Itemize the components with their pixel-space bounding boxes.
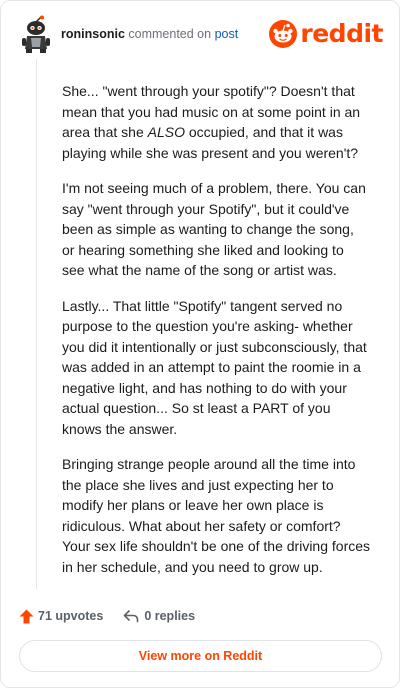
comment-paragraph: Lastly... That little "Spotify" tangent … — [62, 297, 367, 437]
comment-card: roninsonic commented on post reddit She.… — [0, 0, 400, 688]
reply-arrow-icon — [124, 610, 139, 623]
post-link[interactable]: post — [215, 27, 239, 41]
view-more-button[interactable]: View more on Reddit — [19, 640, 382, 672]
thread-line — [36, 59, 37, 589]
reddit-snoo-icon — [269, 20, 298, 48]
author-line: roninsonic commented on post — [61, 26, 238, 42]
comment-paragraph: She... "went through your spotify"? Does… — [62, 83, 361, 161]
reddit-logo[interactable]: reddit — [269, 19, 383, 49]
comment-paragraph: Bringing strange people around all the t… — [62, 456, 371, 575]
upvote-arrow-icon — [19, 609, 34, 623]
comment-body: She... "went through your spotify"? Does… — [62, 81, 370, 592]
comment-paragraph: I'm not seeing much of a problem, there.… — [62, 180, 366, 278]
upvote-count: 71 upvotes — [38, 609, 104, 623]
comment-header: roninsonic commented on post reddit — [19, 15, 385, 55]
author-name[interactable]: roninsonic — [61, 27, 125, 41]
comment-footer: 71 upvotes 0 replies — [19, 605, 379, 627]
upvote-button[interactable]: 71 upvotes — [19, 609, 103, 624]
reply-count: 0 replies — [144, 609, 196, 623]
reddit-wordmark: reddit — [300, 19, 383, 48]
comment-action: commented on — [128, 27, 212, 41]
replies-button[interactable]: 0 replies — [123, 609, 195, 623]
avatar[interactable] — [19, 15, 55, 55]
